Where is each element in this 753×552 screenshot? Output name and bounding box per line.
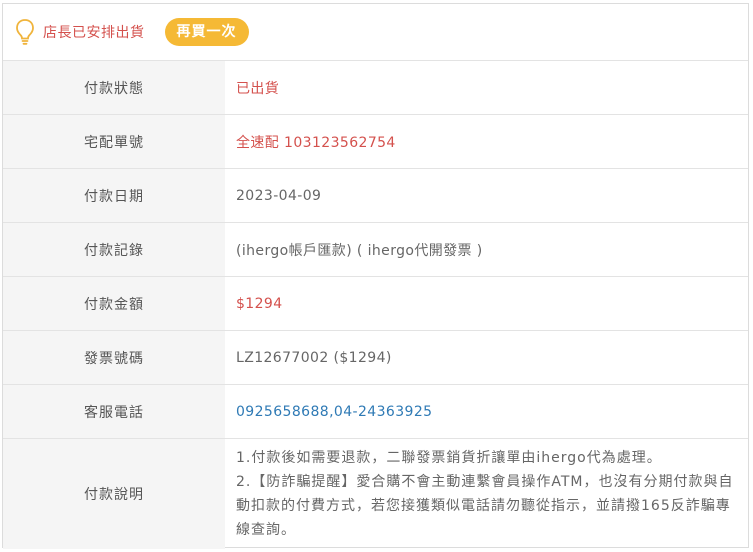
order-status-header: 店長已安排出貨 再買一次: [3, 4, 748, 61]
shipping-status-text: 店長已安排出貨: [43, 25, 145, 41]
order-detail-panel: 店長已安排出貨 再買一次 付款狀態 已出貨 宅配單號 全速配 103123562…: [2, 3, 749, 549]
payment-date-row: 付款日期 2023-04-09: [3, 169, 748, 223]
payment-record-row: 付款記錄 (ihergo帳戶匯款) ( ihergo代開發票 ): [3, 223, 748, 277]
service-phone-label: 客服電話: [3, 385, 225, 438]
lightbulb-icon: [15, 18, 35, 46]
payment-record-label: 付款記錄: [3, 223, 225, 276]
service-phone-value[interactable]: 0925658688,04-24363925: [225, 385, 748, 438]
payment-notes-label: 付款說明: [3, 439, 225, 549]
payment-status-row: 付款狀態 已出貨: [3, 61, 748, 115]
payment-notes-row: 付款說明 1.付款後如需要退款，二聯發票銷貨折讓單由ihergo代為處理。 2.…: [3, 439, 748, 549]
invoice-number-label: 發票號碼: [3, 331, 225, 384]
payment-amount-row: 付款金額 $1294: [3, 277, 748, 331]
payment-date-value: 2023-04-09: [236, 187, 322, 204]
payment-amount-value: $1294: [236, 295, 283, 312]
service-phone-row: 客服電話 0925658688,04-24363925: [3, 385, 748, 439]
tracking-number-row: 宅配單號 全速配 103123562754: [3, 115, 748, 169]
payment-status-value: 已出貨: [236, 80, 280, 97]
invoice-number-row: 發票號碼 LZ12677002 ($1294): [3, 331, 748, 385]
payment-note-refund: 1.付款後如需要退款，二聯發票銷貨折讓單由ihergo代為處理。: [236, 450, 662, 466]
tracking-number-value[interactable]: 全速配 103123562754: [225, 115, 748, 168]
buy-again-button[interactable]: 再買一次: [164, 18, 249, 46]
payment-amount-label: 付款金額: [3, 277, 225, 330]
tracking-number-label: 宅配單號: [3, 115, 225, 168]
payment-status-label: 付款狀態: [3, 61, 225, 114]
payment-notes-value: 1.付款後如需要退款，二聯發票銷貨折讓單由ihergo代為處理。 2.【防詐騙提…: [225, 439, 748, 549]
payment-date-label: 付款日期: [3, 169, 225, 222]
payment-note-fraud-warning: 2.【防詐騙提醒】愛合購不會主動連繫會員操作ATM，也沒有分期付款與自動扣款的付…: [236, 474, 734, 538]
invoice-number-value: LZ12677002 ($1294): [236, 349, 392, 366]
payment-record-value: (ihergo帳戶匯款) ( ihergo代開發票 ): [236, 242, 483, 259]
